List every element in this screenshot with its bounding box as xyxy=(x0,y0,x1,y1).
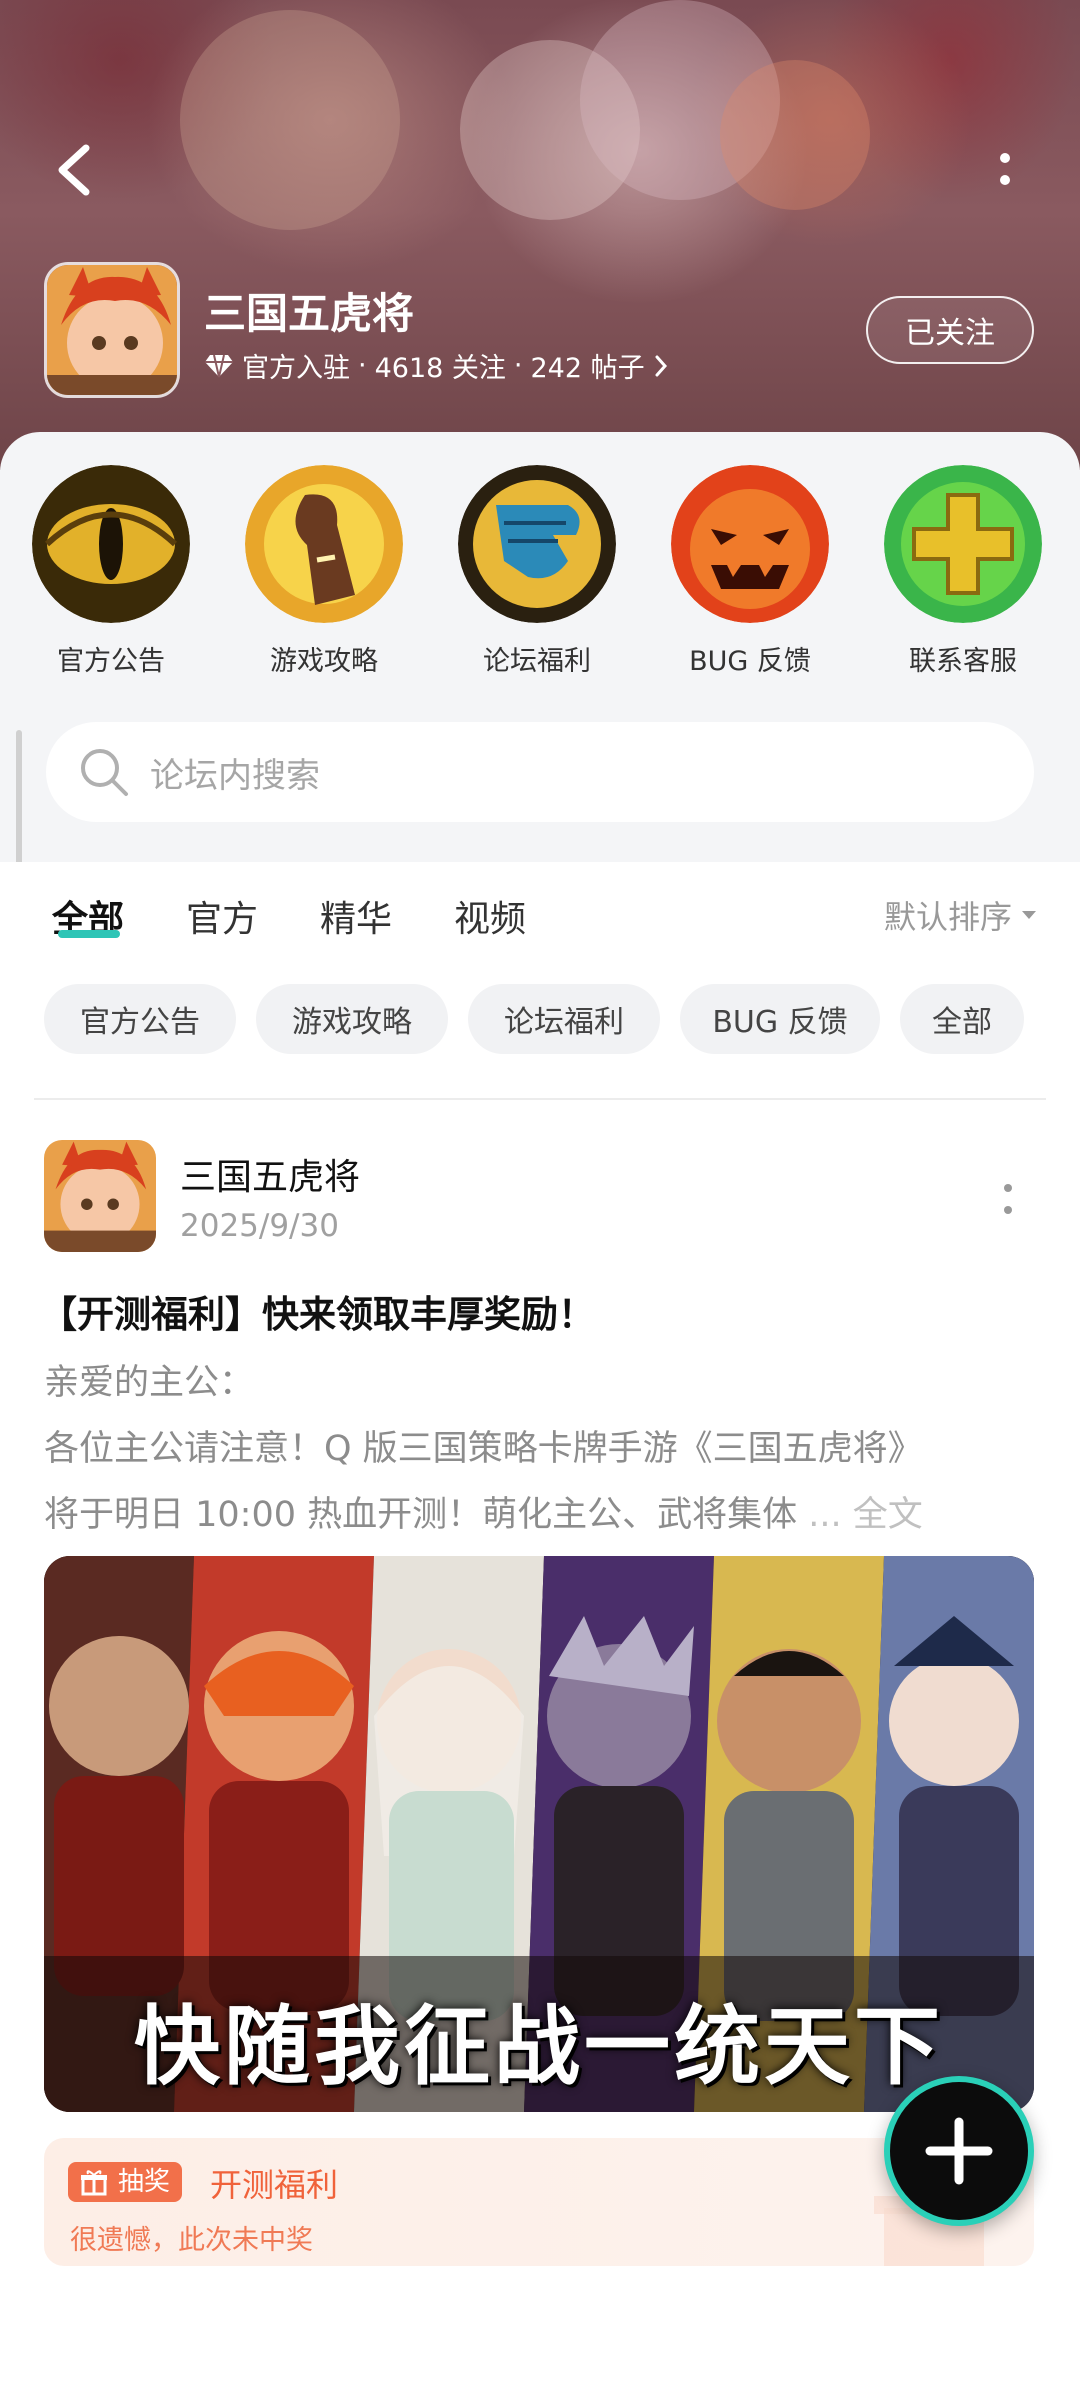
search-placeholder: 论坛内搜索 xyxy=(150,755,320,796)
shortcut-label: BUG 反馈 xyxy=(689,646,811,677)
shortcut-game-guide[interactable]: 游戏攻略 xyxy=(244,465,404,678)
game-avatar xyxy=(44,262,180,398)
game-title: 三国五虎将 xyxy=(204,289,415,338)
chevron-right-icon xyxy=(655,355,667,376)
post-count: 242 帖子 xyxy=(530,353,645,384)
banner-character xyxy=(720,60,870,210)
post-body-line: 将于明日 10:00 热血开测！萌化主公、武将集体 ... 全文 xyxy=(44,1482,1044,1548)
gift-icon xyxy=(81,2170,107,2196)
plus-icon xyxy=(925,2117,993,2185)
shortcut-label: 联系客服 xyxy=(909,646,1017,677)
more-options-icon[interactable] xyxy=(990,150,1020,190)
official-label: 官方入驻 xyxy=(242,353,350,384)
search-input[interactable]: 论坛内搜索 xyxy=(46,722,1034,822)
read-more-link[interactable]: ... 全文 xyxy=(808,1495,923,1535)
post-banner-image[interactable]: 快随我征战一统天下 xyxy=(44,1556,1034,2112)
shortcut-label: 官方公告 xyxy=(57,646,165,677)
create-post-button[interactable] xyxy=(884,2076,1034,2226)
post-body-line: 亲爱的主公： xyxy=(44,1363,255,1403)
scroll-icon xyxy=(245,465,403,623)
sort-dropdown[interactable]: 默认排序 xyxy=(884,892,1038,938)
separator: · xyxy=(358,350,367,381)
eye-icon xyxy=(32,465,190,623)
active-tab-indicator xyxy=(58,930,120,938)
sort-label: 默认排序 xyxy=(884,898,1013,936)
post-body-line: 各位主公请注意！Q 版三国策略卡牌手游《三国五虎将》 xyxy=(44,1429,923,1469)
followed-button[interactable]: 已关注 xyxy=(866,296,1034,364)
pumpkin-icon xyxy=(671,465,829,623)
post-title[interactable]: 【开测福利】快来领取丰厚奖励！ xyxy=(40,1284,595,1338)
chip-all[interactable]: 全部 xyxy=(900,984,1024,1054)
chip-official-notice[interactable]: 官方公告 xyxy=(44,984,236,1054)
tab-featured[interactable]: 精华 xyxy=(320,890,392,942)
follow-count: 4618 关注 xyxy=(374,353,506,384)
chip-game-guide[interactable]: 游戏攻略 xyxy=(256,984,448,1054)
shortcut-label: 游戏攻略 xyxy=(270,646,378,677)
divider xyxy=(34,1098,1046,1100)
post-date: 2025/9/30 xyxy=(180,1208,339,1244)
diamond-icon xyxy=(205,354,233,377)
post-author[interactable]: 三国五虎将 xyxy=(180,1148,360,1200)
header-banner: 三国五虎将 官方入驻 · 4618 关注 · 242 帖子 已关注 xyxy=(0,0,1080,470)
shortcut-label: 论坛福利 xyxy=(483,646,591,677)
banner-character xyxy=(180,10,400,230)
shortcut-forum-benefits[interactable]: 论坛福利 xyxy=(457,465,617,678)
post-body[interactable]: 亲爱的主公： 各位主公请注意！Q 版三国策略卡牌手游《三国五虎将》 将于明日 1… xyxy=(44,1350,1044,1548)
post-body-text: 将于明日 10:00 热血开测！萌化主公、武将集体 xyxy=(44,1495,809,1535)
lottery-badge-label: 抽奖 xyxy=(118,2167,171,2197)
post-more-icon[interactable] xyxy=(998,1180,1018,1220)
author-avatar[interactable] xyxy=(44,1140,156,1252)
tab-video[interactable]: 视频 xyxy=(454,890,526,942)
search-icon xyxy=(81,749,128,796)
chip-forum-benefits[interactable]: 论坛福利 xyxy=(468,984,660,1054)
game-stats[interactable]: 官方入驻 · 4618 关注 · 242 帖子 xyxy=(204,346,669,385)
fist-icon xyxy=(458,465,616,623)
plus-cross-icon xyxy=(884,465,1042,623)
shortcut-customer-service[interactable]: 联系客服 xyxy=(883,465,1043,678)
tab-official[interactable]: 官方 xyxy=(186,890,258,942)
banner-slogan: 快随我征战一统天下 xyxy=(134,1996,944,2097)
back-arrow-icon[interactable] xyxy=(50,140,100,200)
chip-bug-report[interactable]: BUG 反馈 xyxy=(680,984,880,1054)
separator: · xyxy=(513,350,523,381)
shortcut-official-notice[interactable]: 官方公告 xyxy=(31,465,191,678)
shortcut-bug-report[interactable]: BUG 反馈 xyxy=(670,465,830,678)
forum-page: 三国五虎将 官方入驻 · 4618 关注 · 242 帖子 已关注 官方公告 游… xyxy=(0,0,1080,2400)
lottery-result: 很遗憾，此次未中奖 xyxy=(70,2225,313,2256)
lottery-title: 开测福利 xyxy=(210,2166,339,2204)
caret-down-icon xyxy=(1022,911,1037,919)
lottery-badge: 抽奖 xyxy=(68,2162,183,2202)
